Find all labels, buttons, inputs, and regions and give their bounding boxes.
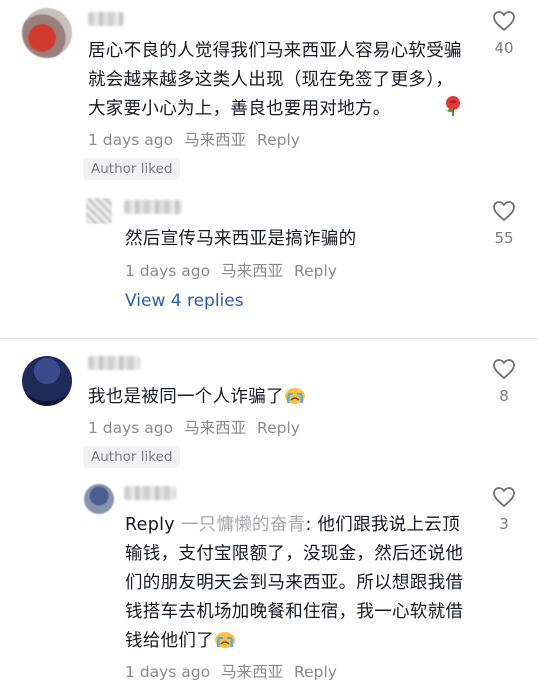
reply-username[interactable] <box>124 486 176 500</box>
reply-meta: 1 days ago 马来西亚 Reply <box>125 259 343 281</box>
rose-emoji-icon <box>443 95 463 121</box>
crying-emoji-icon <box>284 385 306 415</box>
heart-icon <box>493 11 515 31</box>
timestamp: 1 days ago <box>125 663 211 681</box>
heart-icon <box>493 201 515 221</box>
reply-meta: 1 days ago 马来西亚 Reply <box>125 660 343 682</box>
crying-emoji-icon <box>214 629 236 659</box>
comment-text: 居心不良的人觉得我们马来西亚人容易心软受骗就会越来越多这类人出现（现在免签了更多… <box>88 41 462 119</box>
like-count: 3 <box>499 515 509 533</box>
divider <box>0 338 538 339</box>
heart-icon <box>493 359 515 379</box>
comment-1: 居心不良的人觉得我们马来西亚人容易心软受骗就会越来越多这类人出现（现在免签了更多… <box>0 0 538 340</box>
reply-text-content: : 他们跟我说上云顶输钱，支付宝限额了，没现金，然后还说他们的朋友明天会到马来西… <box>125 515 464 651</box>
timestamp: 1 days ago <box>125 262 211 280</box>
reply-to-username[interactable]: 一只慵懒的奋青 <box>181 515 306 535</box>
reply-username[interactable] <box>124 200 182 214</box>
reply-prefix: Reply <box>125 515 175 535</box>
reply-button[interactable]: Reply <box>257 131 300 149</box>
reply-button[interactable]: Reply <box>257 419 300 437</box>
comment-meta: 1 days ago 马来西亚 Reply <box>88 416 306 438</box>
heart-icon <box>493 487 515 507</box>
reply-like-button[interactable]: 55 <box>484 200 524 247</box>
reply-text: 然后宣传马来西亚是搞诈骗的 <box>125 229 357 249</box>
reply-avatar[interactable] <box>84 484 114 514</box>
comment-text-content: 我也是被同一个人诈骗了 <box>88 387 284 407</box>
like-button[interactable]: 40 <box>484 10 524 57</box>
author-liked-badge: Author liked <box>83 158 181 180</box>
location: 马来西亚 <box>221 262 284 280</box>
like-button[interactable]: 8 <box>484 358 524 405</box>
reply-button[interactable]: Reply <box>294 663 337 681</box>
location: 马来西亚 <box>184 419 247 437</box>
username[interactable] <box>88 12 124 26</box>
location: 马来西亚 <box>184 131 247 149</box>
username[interactable] <box>88 356 140 370</box>
comment-2: 我也是被同一个人诈骗了 1 days ago 马来西亚 Reply Author… <box>0 340 538 690</box>
comment-text: 我也是被同一个人诈骗了 <box>88 383 468 415</box>
location: 马来西亚 <box>221 663 284 681</box>
comment-meta: 1 days ago 马来西亚 Reply <box>88 128 306 150</box>
reply-text: Reply 一只慵懒的奋青: 他们跟我说上云顶输钱，支付宝限额了，没现金，然后还… <box>125 511 470 659</box>
timestamp: 1 days ago <box>88 419 174 437</box>
like-count: 55 <box>494 229 514 247</box>
avatar[interactable] <box>22 356 72 406</box>
reply-avatar[interactable] <box>86 198 112 224</box>
avatar[interactable] <box>22 8 72 58</box>
author-liked-badge: Author liked <box>83 446 181 468</box>
reply-like-button[interactable]: 3 <box>484 486 524 533</box>
reply-button[interactable]: Reply <box>294 262 337 280</box>
like-count: 40 <box>494 39 514 57</box>
timestamp: 1 days ago <box>88 131 174 149</box>
like-count: 8 <box>499 387 509 405</box>
view-replies-link[interactable]: View 4 replies <box>125 291 244 311</box>
